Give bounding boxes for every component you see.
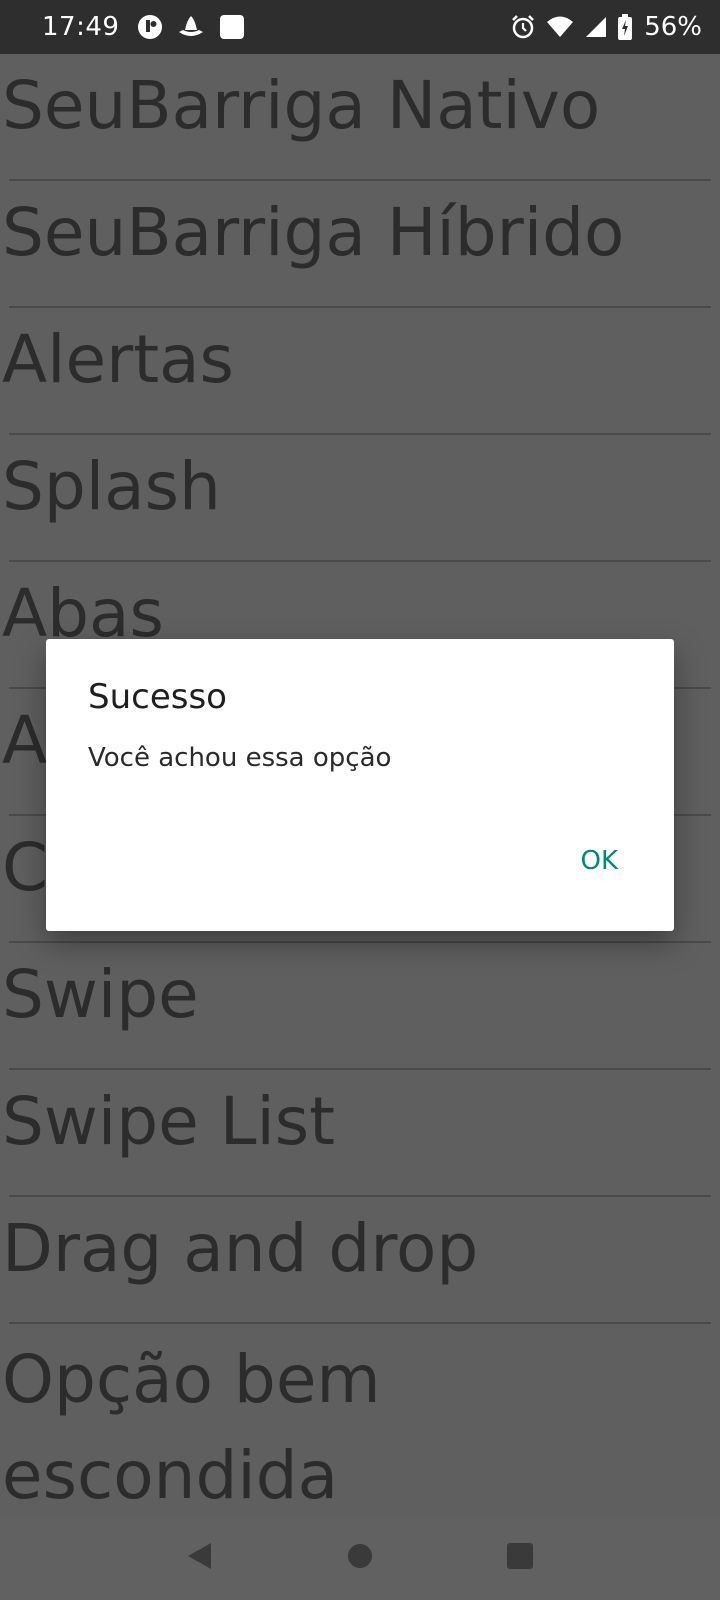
home-icon — [346, 1542, 374, 1574]
menu-item-drag-and-drop[interactable]: Drag and drop — [0, 1197, 720, 1324]
menu-item-label: SeuBarriga Híbrido — [2, 194, 625, 271]
menu-item-seubarriga-hibrido[interactable]: SeuBarriga Híbrido — [0, 181, 720, 308]
ok-button[interactable]: OK — [564, 836, 634, 886]
wifi-icon — [546, 15, 574, 39]
menu-item-swipe-list[interactable]: Swipe List — [0, 1070, 720, 1197]
cell-signal-icon — [584, 15, 608, 39]
menu-item-seubarriga-nativo[interactable]: SeuBarriga Nativo — [0, 54, 720, 181]
back-icon — [185, 1541, 215, 1575]
status-time: 17:49 — [42, 12, 120, 42]
status-bar: 17:49 56% — [0, 0, 720, 54]
menu-item-label: SeuBarriga Nativo — [2, 67, 601, 144]
menu-item-label: Drag and drop — [2, 1210, 479, 1287]
menu-item-label: A — [2, 702, 48, 779]
menu-item-label: Opção bem escondida — [2, 1341, 381, 1514]
dialog-message: Você achou essa opção — [88, 743, 392, 773]
recents-icon — [506, 1542, 534, 1574]
status-right-icons: 56% — [510, 12, 702, 42]
menu-item-label: Swipe — [2, 956, 199, 1033]
navigation-bar — [0, 1516, 720, 1600]
home-button[interactable] — [330, 1528, 390, 1588]
menu-item-label: Splash — [2, 448, 221, 525]
alarm-icon — [510, 14, 536, 40]
status-left-icons — [137, 14, 245, 40]
menu-item-splash[interactable]: Splash — [0, 435, 720, 562]
menu-item-label: C — [2, 829, 49, 906]
app-notification-icon — [137, 14, 163, 40]
menu-item-alertas[interactable]: Alertas — [0, 308, 720, 435]
menu-item-label: Swipe List — [2, 1083, 336, 1160]
battery-percent: 56% — [644, 12, 702, 42]
menu-item-label: Alertas — [2, 321, 234, 398]
recents-button[interactable] — [490, 1528, 550, 1588]
dialog-title: Sucesso — [88, 677, 227, 717]
battery-charging-icon — [618, 14, 633, 40]
alert-dialog: Sucesso Você achou essa opção OK — [46, 639, 674, 931]
back-button[interactable] — [170, 1528, 230, 1588]
menu-item-swipe[interactable]: Swipe — [0, 943, 720, 1070]
square-notification-icon — [219, 14, 245, 40]
screen: 17:49 56% SeuBarriga Nativo SeuBarriga H… — [0, 0, 720, 1600]
notification-icon — [177, 14, 205, 40]
